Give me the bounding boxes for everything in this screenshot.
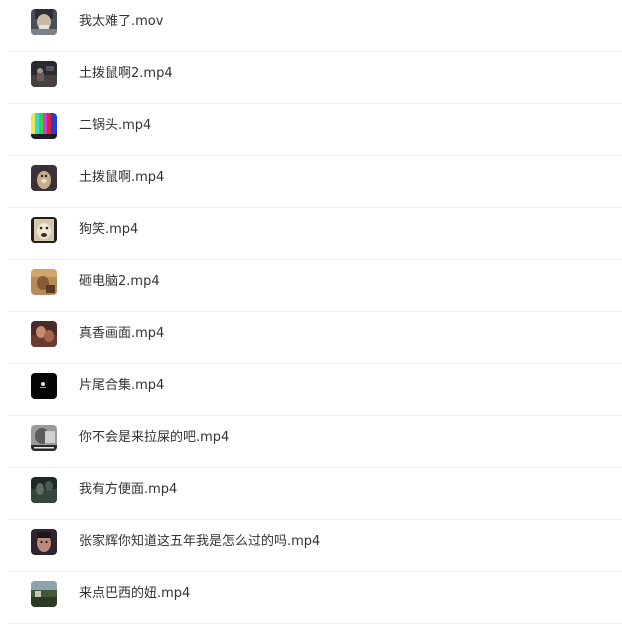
video-thumbnail bbox=[31, 217, 57, 243]
list-item[interactable]: 片尾合集.mp4 bbox=[0, 364, 622, 416]
list-item[interactable]: 张家辉你知道这五年我是怎么过的吗.mp4 bbox=[0, 520, 622, 572]
file-name: 土拨鼠啊2.mp4 bbox=[79, 66, 173, 81]
file-name: 真香画面.mp4 bbox=[79, 326, 165, 341]
file-name: 砸电脑2.mp4 bbox=[79, 274, 160, 289]
file-name: 来点巴西的妞.mp4 bbox=[79, 586, 191, 601]
video-thumbnail bbox=[31, 529, 57, 555]
file-name: 张家辉你知道这五年我是怎么过的吗.mp4 bbox=[79, 534, 321, 549]
list-item[interactable]: 砸电脑2.mp4 bbox=[0, 260, 622, 312]
list-item[interactable]: 真香画面.mp4 bbox=[0, 312, 622, 364]
video-thumbnail bbox=[31, 581, 57, 607]
file-name: 二锅头.mp4 bbox=[79, 118, 152, 133]
video-thumbnail bbox=[31, 477, 57, 503]
file-name: 片尾合集.mp4 bbox=[79, 378, 165, 393]
file-name: 我太难了.mov bbox=[79, 14, 164, 29]
list-item[interactable]: 我太难了.mov bbox=[0, 0, 622, 52]
list-item[interactable]: 二锅头.mp4 bbox=[0, 104, 622, 156]
file-name: 我有方便面.mp4 bbox=[79, 482, 178, 497]
list-item[interactable]: 土拨鼠啊.mp4 bbox=[0, 156, 622, 208]
list-item[interactable]: 来点巴西的妞.mp4 bbox=[0, 572, 622, 624]
video-thumbnail bbox=[31, 321, 57, 347]
list-item[interactable]: 我有方便面.mp4 bbox=[0, 468, 622, 520]
video-thumbnail bbox=[31, 113, 57, 139]
video-thumbnail bbox=[31, 269, 57, 295]
video-thumbnail bbox=[31, 425, 57, 451]
video-thumbnail bbox=[31, 373, 57, 399]
list-item[interactable]: 土拨鼠啊2.mp4 bbox=[0, 52, 622, 104]
file-list: 我太难了.mov 土拨鼠啊2.mp4 二锅头.mp4 土拨鼠啊.mp4 狗笑.m… bbox=[0, 0, 622, 624]
video-thumbnail bbox=[31, 61, 57, 87]
list-item[interactable]: 你不会是来拉屎的吧.mp4 bbox=[0, 416, 622, 468]
file-name: 狗笑.mp4 bbox=[79, 222, 139, 237]
file-name: 土拨鼠啊.mp4 bbox=[79, 170, 165, 185]
file-name: 你不会是来拉屎的吧.mp4 bbox=[79, 430, 230, 445]
video-thumbnail bbox=[31, 9, 57, 35]
list-item[interactable]: 狗笑.mp4 bbox=[0, 208, 622, 260]
video-thumbnail bbox=[31, 165, 57, 191]
